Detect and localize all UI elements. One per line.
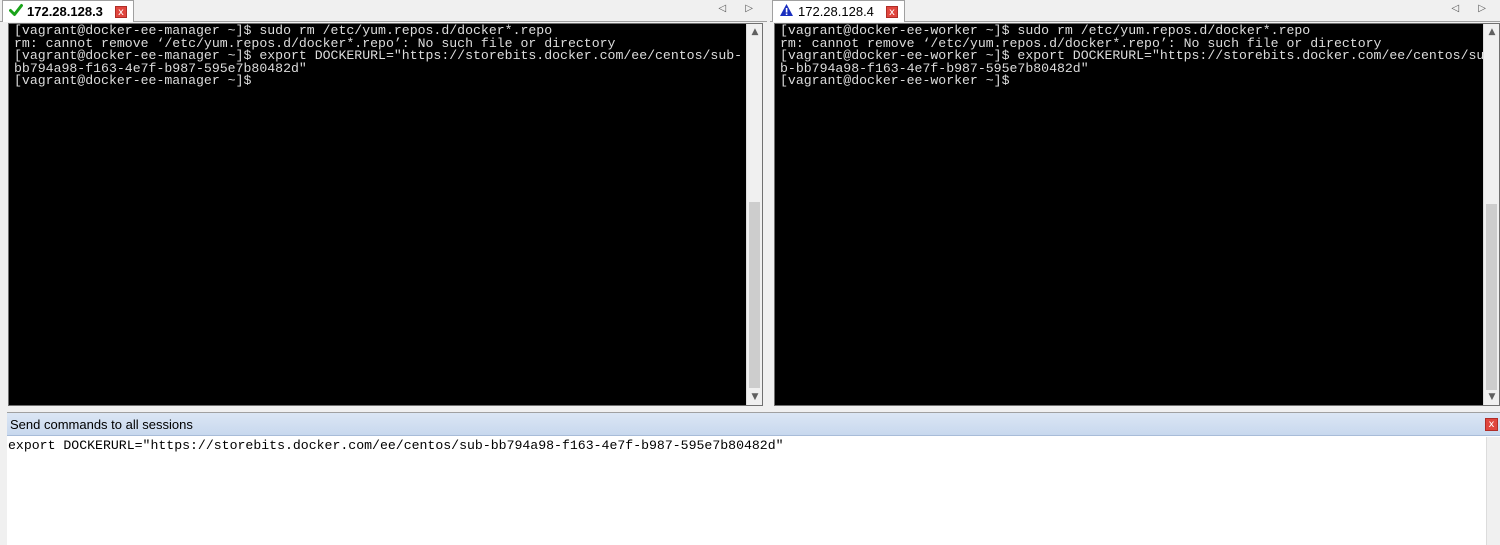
terminal-line: [vagrant@docker-ee-manager ~]$ <box>14 73 252 89</box>
send-commands-panel: Send commands to all sessions x export D… <box>7 412 1500 545</box>
send-panel-scrollbar[interactable] <box>1486 437 1500 545</box>
vertical-scrollbar[interactable]: ▲ ▼ <box>1483 24 1499 405</box>
terminal-area[interactable]: [vagrant@docker-ee-manager ~]$ sudo rm /… <box>8 23 763 406</box>
terminal-output[interactable]: [vagrant@docker-ee-manager ~]$ sudo rm /… <box>9 24 746 405</box>
scroll-up-arrow-icon[interactable]: ▲ <box>1484 24 1500 40</box>
warning-triangle-icon <box>779 3 794 20</box>
send-panel-header: Send commands to all sessions <box>7 413 1500 436</box>
session-pane-manager: 172.28.128.3 x ◁ ▷ [vagrant@docker-ee-ma… <box>0 0 767 408</box>
session-tab-worker[interactable]: 172.28.128.4 x <box>772 0 905 22</box>
scroll-up-arrow-icon[interactable]: ▲ <box>747 24 763 40</box>
terminal-output[interactable]: [vagrant@docker-ee-worker ~]$ sudo rm /e… <box>775 24 1483 405</box>
send-panel-title: Send commands to all sessions <box>10 416 193 432</box>
terminal-area[interactable]: [vagrant@docker-ee-worker ~]$ sudo rm /e… <box>774 23 1500 406</box>
scroll-down-arrow-icon[interactable]: ▼ <box>1484 389 1500 405</box>
session-tab-manager[interactable]: 172.28.128.3 x <box>2 0 134 22</box>
tab-label: 172.28.128.3 <box>27 4 103 19</box>
send-command-input[interactable]: export DOCKERURL="https://storebits.dock… <box>7 437 1486 545</box>
close-tab-icon[interactable]: x <box>114 5 127 18</box>
scroll-down-arrow-icon[interactable]: ▼ <box>747 389 763 405</box>
close-tab-icon[interactable]: x <box>885 5 898 18</box>
tab-bar: 172.28.128.4 x ◁ ▷ <box>770 0 1500 22</box>
multi-session-window: 172.28.128.3 x ◁ ▷ [vagrant@docker-ee-ma… <box>0 0 1500 545</box>
close-panel-icon[interactable]: x <box>1485 418 1498 431</box>
vertical-scrollbar[interactable]: ▲ ▼ <box>746 24 762 405</box>
tab-label: 172.28.128.4 <box>798 4 874 19</box>
green-check-icon <box>9 3 23 20</box>
tab-scroll-arrows[interactable]: ◁ ▷ <box>1451 3 1494 14</box>
scroll-thumb[interactable] <box>1486 204 1497 390</box>
terminal-line: [vagrant@docker-ee-worker ~]$ <box>780 73 1010 89</box>
session-pane-worker: 172.28.128.4 x ◁ ▷ [vagrant@docker-ee-wo… <box>770 0 1500 408</box>
tab-bar: 172.28.128.3 x ◁ ▷ <box>0 0 767 22</box>
tab-scroll-arrows[interactable]: ◁ ▷ <box>718 3 761 14</box>
scroll-thumb[interactable] <box>749 202 760 388</box>
